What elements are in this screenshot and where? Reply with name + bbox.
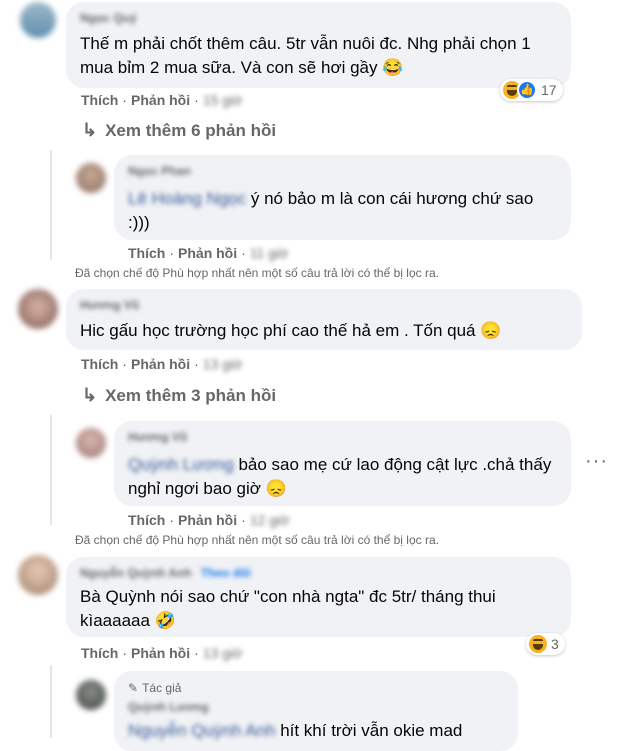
timestamp[interactable]: 13 giờ (203, 356, 243, 372)
filter-note: Đã chọn chế độ Phù hợp nhất nên một số c… (75, 533, 439, 547)
pencil-icon: ✎ (128, 681, 139, 695)
avatar[interactable] (20, 2, 56, 38)
comment-author[interactable]: Ngọc Phan (128, 164, 191, 178)
follow-link[interactable]: Theo dõi (201, 566, 251, 580)
comment-actions: Thích · Phản hồi · 13 giờ (81, 356, 243, 372)
comment-text: Quỳnh Lương bảo sao mẹ cứ lao động cật l… (128, 455, 552, 498)
comment-author[interactable]: Hương Vũ (80, 298, 139, 312)
timestamp[interactable]: 11 giờ (250, 245, 289, 261)
avatar[interactable] (76, 680, 106, 710)
haha-icon (529, 635, 547, 653)
mention-link[interactable]: Quỳnh Lương (128, 455, 234, 474)
mention-link[interactable]: Nguyễn Quỳnh Anh (128, 721, 275, 740)
reaction-summary[interactable]: 3 (526, 633, 565, 655)
like-link[interactable]: Thích (81, 356, 118, 372)
rofl-emoji: 🤣 (154, 611, 176, 630)
reply-link[interactable]: Phản hồi (178, 245, 237, 261)
disappointed-emoji: 😞 (480, 321, 502, 340)
comment-actions: Thích · Phản hồi · 13 giờ (81, 645, 243, 661)
thread-line (50, 665, 52, 738)
timestamp[interactable]: 12 giờ (250, 512, 290, 528)
comment-actions: Thích · Phản hồi · 15 giờ (81, 92, 243, 108)
avatar[interactable] (76, 428, 106, 458)
like-link[interactable]: Thích (128, 245, 165, 261)
like-icon: 👍 (517, 80, 537, 100)
avatar[interactable] (18, 555, 58, 595)
comment-actions: Thích · Phản hồi · 12 giờ (128, 512, 290, 528)
reply-link[interactable]: Phản hồi (178, 512, 237, 528)
comment-text: Lê Hoàng Ngọc ý nó bảo m là con cái hươn… (128, 189, 534, 232)
comment-bubble: Ngọc Quý Thế m phải chốt thêm câu. 5tr v… (66, 2, 571, 88)
comment-author[interactable]: Ngọc Quý (80, 11, 137, 25)
comment-actions: Thích · Phản hồi · 11 giờ (128, 245, 289, 261)
avatar[interactable] (18, 289, 58, 329)
comment-text: Thế m phải chốt thêm câu. 5tr vẫn nuôi đ… (80, 34, 531, 77)
comment-bubble: Ngọc Phan Lê Hoàng Ngọc ý nó bảo m là co… (114, 155, 571, 240)
mention-link[interactable]: Lê Hoàng Ngọc (128, 189, 246, 208)
comment-text: Bà Quỳnh nói sao chứ "con nhà ngta" đc 5… (80, 587, 496, 630)
view-more-replies[interactable]: ↳ Xem thêm 6 phản hồi (82, 120, 276, 141)
filter-note: Đã chọn chế độ Phù hợp nhất nên một số c… (75, 266, 439, 280)
comment-author: Nguyễn Quỳnh Anh Theo dõi (80, 566, 251, 580)
timestamp[interactable]: 15 giờ (203, 92, 243, 108)
view-more-replies[interactable]: ↳ Xem thêm 3 phản hồi (82, 385, 276, 406)
laugh-emoji: 😂 (382, 58, 404, 77)
comment-bubble: Hương Vũ Hic gấu học trường học phí cao … (66, 289, 582, 350)
like-link[interactable]: Thích (128, 512, 165, 528)
comment-bubble: Hương Vũ Quỳnh Lương bảo sao mẹ cứ lao đ… (114, 421, 571, 506)
reply-link[interactable]: Phản hồi (131, 645, 190, 661)
like-link[interactable]: Thích (81, 92, 118, 108)
thread-line (50, 150, 52, 260)
reply-arrow-icon: ↳ (82, 385, 98, 405)
reply-link[interactable]: Phản hồi (131, 356, 190, 372)
thread-line (50, 415, 52, 525)
comment-text: Hic gấu học trường học phí cao thế hả em… (80, 321, 502, 340)
comment-author[interactable]: Quỳnh Lương (128, 700, 209, 714)
timestamp[interactable]: 13 giờ (203, 645, 243, 661)
reaction-count: 17 (541, 82, 557, 98)
more-options-icon[interactable]: ··· (585, 450, 608, 473)
like-link[interactable]: Thích (81, 645, 118, 661)
disappointed-emoji: 😞 (265, 479, 287, 498)
reaction-summary[interactable]: 👍 17 (500, 79, 563, 101)
comment-text: Nguyễn Quỳnh Anh hít khí trời vẫn okie m… (128, 721, 463, 740)
comment-author[interactable]: Hương Vũ (128, 430, 187, 444)
avatar[interactable] (76, 163, 106, 193)
author-badge: ✎ Tác giả (128, 681, 182, 695)
reply-arrow-icon: ↳ (82, 120, 98, 140)
reaction-count: 3 (551, 636, 559, 652)
comment-bubble: ✎ Tác giả Quỳnh Lương Nguyễn Quỳnh Anh hí… (114, 671, 518, 751)
comment-bubble: Nguyễn Quỳnh Anh Theo dõi Bà Quỳnh nói s… (66, 557, 571, 637)
reply-link[interactable]: Phản hồi (131, 92, 190, 108)
